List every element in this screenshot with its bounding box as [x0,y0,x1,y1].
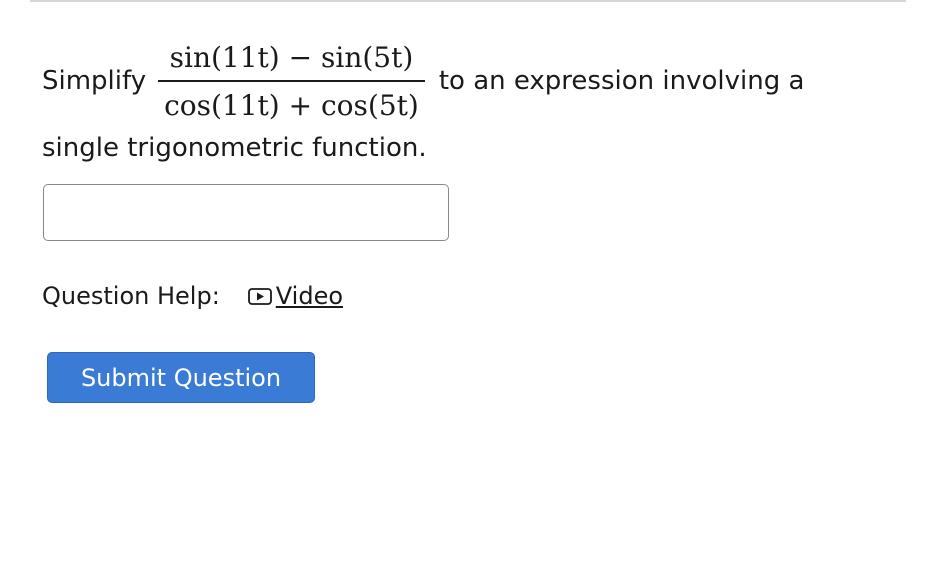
question-help-label: Question Help: [42,282,220,310]
question-text: Simplify sin(11t) − sin(5t) cos(11t) + c… [42,34,902,166]
question-prefix: Simplify [42,66,147,97]
submit-question-button[interactable]: Submit Question [47,352,315,403]
play-icon [247,287,272,305]
fraction-bar [158,80,425,82]
top-divider [30,0,906,2]
question-help: Question Help: Video [42,282,343,310]
question-line-1: Simplify sin(11t) − sin(5t) cos(11t) + c… [42,34,902,130]
fraction-expression: sin(11t) − sin(5t) cos(11t) + cos(5t) [158,38,425,126]
fraction-denominator: cos(11t) + cos(5t) [164,89,419,122]
video-link-label: Video [275,282,344,310]
answer-input[interactable] [43,184,449,241]
video-help-link[interactable]: Video [247,282,344,310]
fraction-numerator: sin(11t) − sin(5t) [169,41,414,74]
question-continuation: single trigonometric function. [42,133,427,163]
question-suffix: to an expression involving a [438,66,805,97]
